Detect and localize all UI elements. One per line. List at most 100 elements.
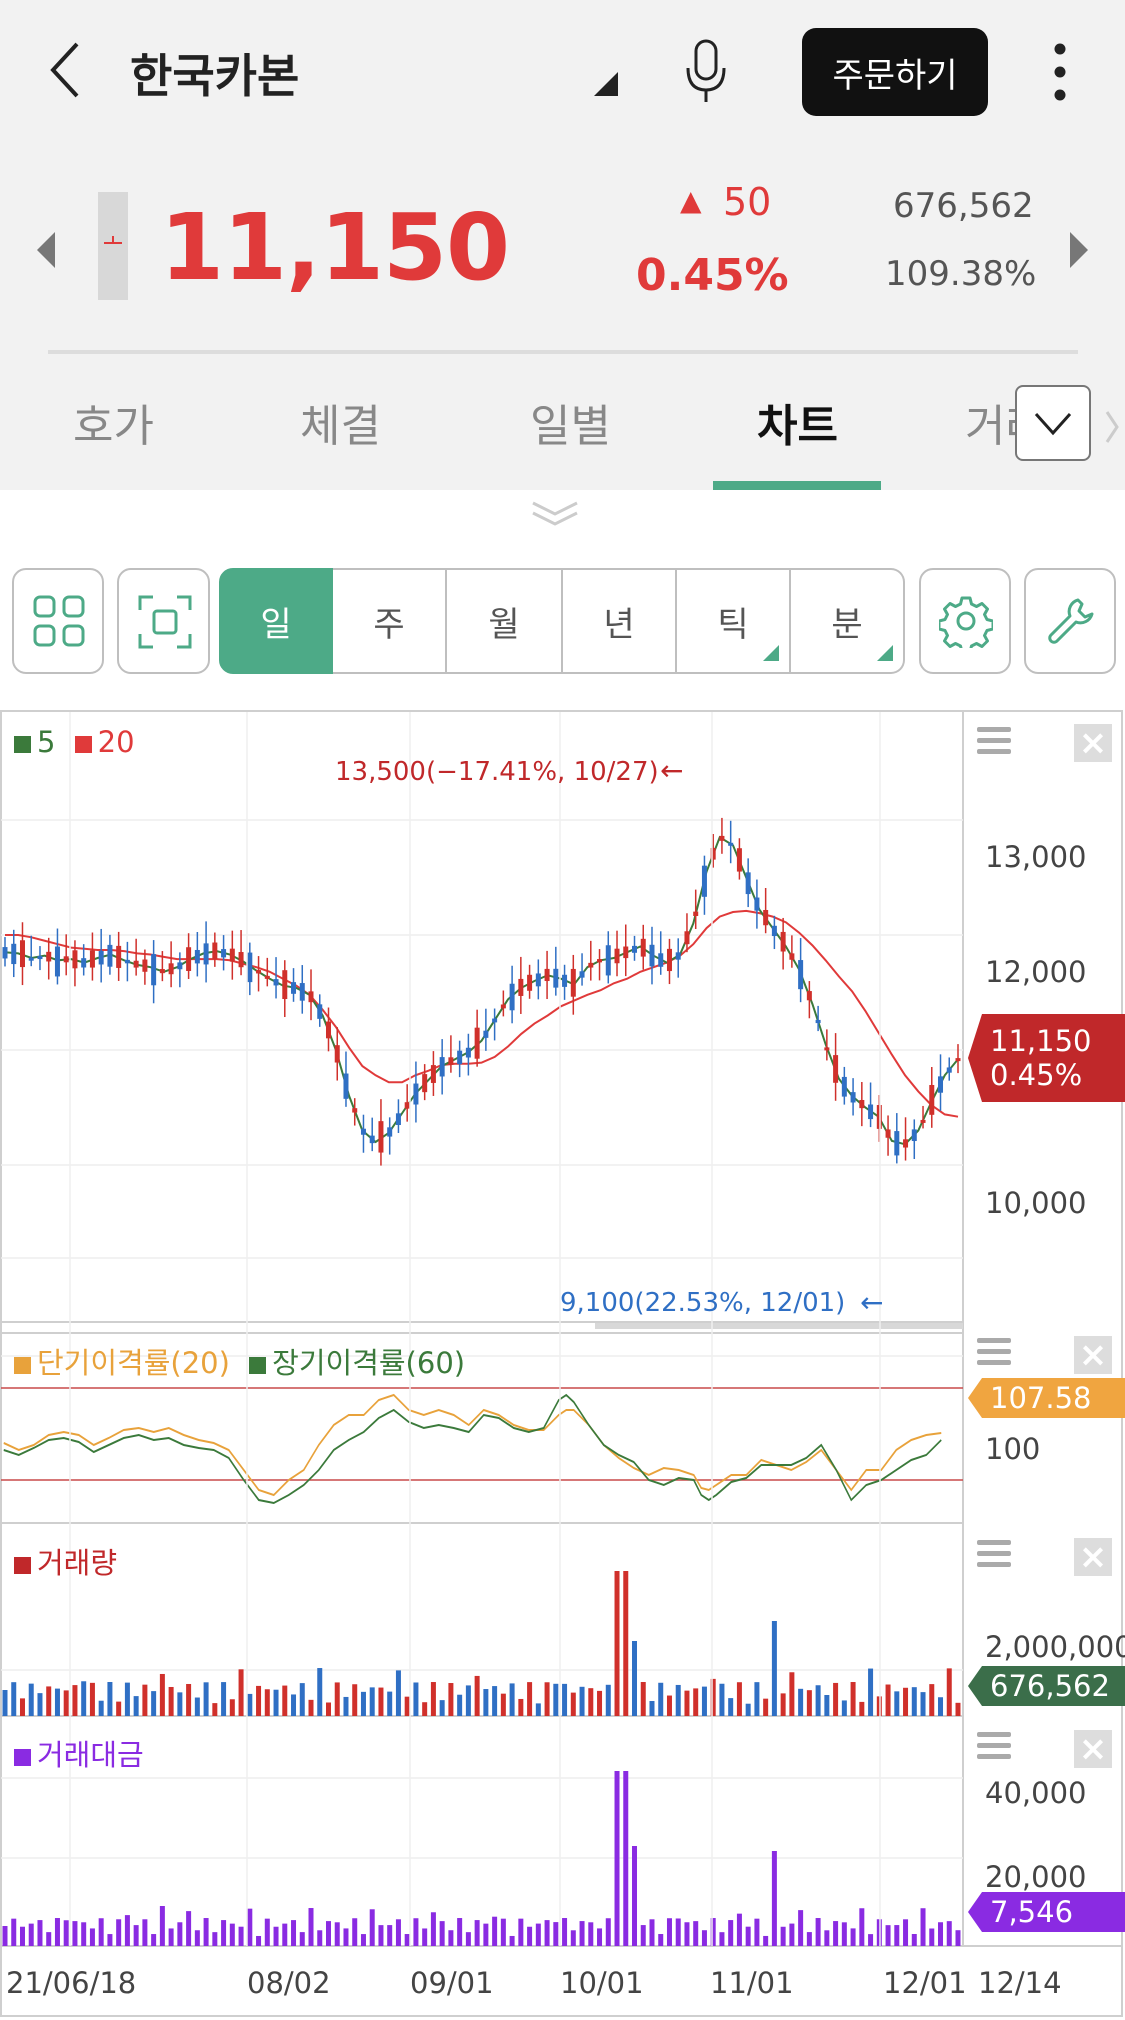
candle-body — [54, 946, 60, 977]
candlesticks — [2, 817, 961, 1166]
prev-stock-icon[interactable] — [35, 230, 57, 270]
price-panel-menu-icon[interactable] — [977, 727, 1011, 757]
candle-body — [11, 943, 17, 965]
candle-body — [562, 974, 568, 987]
candle-body — [72, 950, 78, 969]
value-bar — [81, 1922, 87, 1946]
long-disparity-legend: 장기이격률(60) — [272, 1346, 466, 1380]
value-bar — [299, 1932, 305, 1946]
volume-bar — [168, 1686, 174, 1716]
volume-bar — [369, 1687, 375, 1716]
volume-bar — [334, 1682, 340, 1716]
period-week-button[interactable]: 주 — [333, 568, 447, 674]
candle-body — [81, 958, 87, 968]
fullscreen-button[interactable] — [117, 568, 210, 674]
volume-bar — [701, 1686, 707, 1716]
candle-body — [553, 968, 559, 988]
back-icon[interactable] — [45, 40, 85, 100]
candle-body — [212, 942, 218, 959]
up-arrow-icon: ▲ — [680, 184, 702, 217]
candle-body — [203, 943, 209, 965]
candle-body — [28, 957, 34, 961]
value-bar — [649, 1919, 655, 1946]
candle-body — [894, 1131, 900, 1156]
candle-body — [701, 865, 707, 897]
more-vert-icon[interactable] — [1053, 42, 1067, 102]
volume-panel-menu-icon[interactable] — [977, 1540, 1011, 1570]
volume-bar — [63, 1690, 69, 1716]
value-bar — [308, 1908, 314, 1946]
dropdown-triangle-icon[interactable] — [590, 70, 620, 98]
disparity-panel-close-icon[interactable]: × — [1074, 1336, 1112, 1374]
volume-bar — [623, 1571, 629, 1716]
tab-scroll-right-icon[interactable] — [1105, 410, 1119, 444]
candle-body — [693, 911, 699, 917]
x-tick-1214: 12/14 — [978, 1966, 1062, 2000]
disparity-panel-menu-icon[interactable] — [977, 1338, 1011, 1368]
value-panel-close-icon[interactable]: × — [1074, 1730, 1112, 1768]
candle-body — [492, 1018, 498, 1023]
period-year-button[interactable]: 년 — [563, 568, 677, 674]
current-price-tag-pct: 0.45% — [990, 1058, 1083, 1092]
volume-legend: 거래량 — [14, 1540, 117, 1582]
candle-body — [736, 848, 742, 872]
candle-body — [142, 959, 148, 972]
tab-expand-button[interactable] — [1015, 385, 1091, 461]
tab-daily[interactable]: 일별 — [530, 390, 611, 454]
value-bar — [177, 1922, 183, 1946]
candle-body — [98, 950, 104, 965]
candle-body — [771, 925, 777, 937]
value-bar — [387, 1925, 393, 1946]
candle-body — [387, 1127, 393, 1137]
period-month-button[interactable]: 월 — [447, 568, 563, 674]
value-bar — [457, 1918, 463, 1946]
stock-name[interactable]: 한국카본 — [130, 40, 299, 106]
volume-bar — [54, 1688, 60, 1716]
volume-bar — [2, 1690, 8, 1716]
value-bar — [273, 1926, 279, 1946]
current-price-tag-value: 11,150 — [990, 1024, 1092, 1058]
period-day-button[interactable]: 일 — [219, 568, 333, 674]
volume-bar — [728, 1698, 734, 1716]
value-bar — [291, 1920, 297, 1946]
candle-body — [413, 1083, 419, 1105]
value-bar — [238, 1926, 244, 1946]
candle-body — [229, 948, 235, 962]
candle-body — [439, 1057, 445, 1077]
value-bar — [701, 1930, 707, 1946]
volume-bar — [19, 1698, 25, 1716]
volume-bar — [597, 1690, 603, 1716]
order-button[interactable]: 주문하기 — [802, 28, 988, 116]
candle-body — [177, 962, 183, 970]
volume-bar — [920, 1692, 926, 1716]
tab-more[interactable]: 거래 — [965, 390, 1015, 454]
volume-bar — [465, 1685, 471, 1716]
value-bar — [719, 1932, 725, 1946]
volume-bar — [474, 1675, 480, 1716]
value-bar — [116, 1919, 122, 1946]
candle-body — [308, 991, 314, 1003]
value-panel-menu-icon[interactable] — [977, 1732, 1011, 1762]
tab-trades[interactable]: 체결 — [300, 390, 381, 454]
volume-bar — [719, 1683, 725, 1716]
y-tick-12000: 12,000 — [985, 955, 1087, 989]
microphone-icon[interactable] — [683, 38, 729, 104]
tab-orderbook[interactable]: 호가 — [73, 390, 154, 454]
tab-chart[interactable]: 차트 — [757, 390, 838, 454]
volume-panel-close-icon[interactable]: × — [1074, 1538, 1112, 1576]
volume-bar — [133, 1696, 139, 1716]
candle-body — [238, 952, 244, 968]
y-tick-20000: 20,000 — [985, 1860, 1087, 1894]
volume-bar — [841, 1700, 847, 1716]
collapse-chevron-icon[interactable] — [530, 500, 580, 528]
volume-bar — [946, 1668, 952, 1716]
candle-body — [19, 940, 25, 968]
chart-tools-button[interactable] — [1024, 568, 1116, 674]
next-stock-icon[interactable] — [1068, 230, 1090, 270]
price-panel-close-icon[interactable]: × — [1074, 724, 1112, 762]
volume-bar — [903, 1687, 909, 1716]
layout-grid-button[interactable] — [12, 568, 104, 674]
value-bar — [518, 1918, 524, 1946]
volume-bar — [911, 1687, 917, 1716]
chart-settings-button[interactable] — [919, 568, 1011, 674]
